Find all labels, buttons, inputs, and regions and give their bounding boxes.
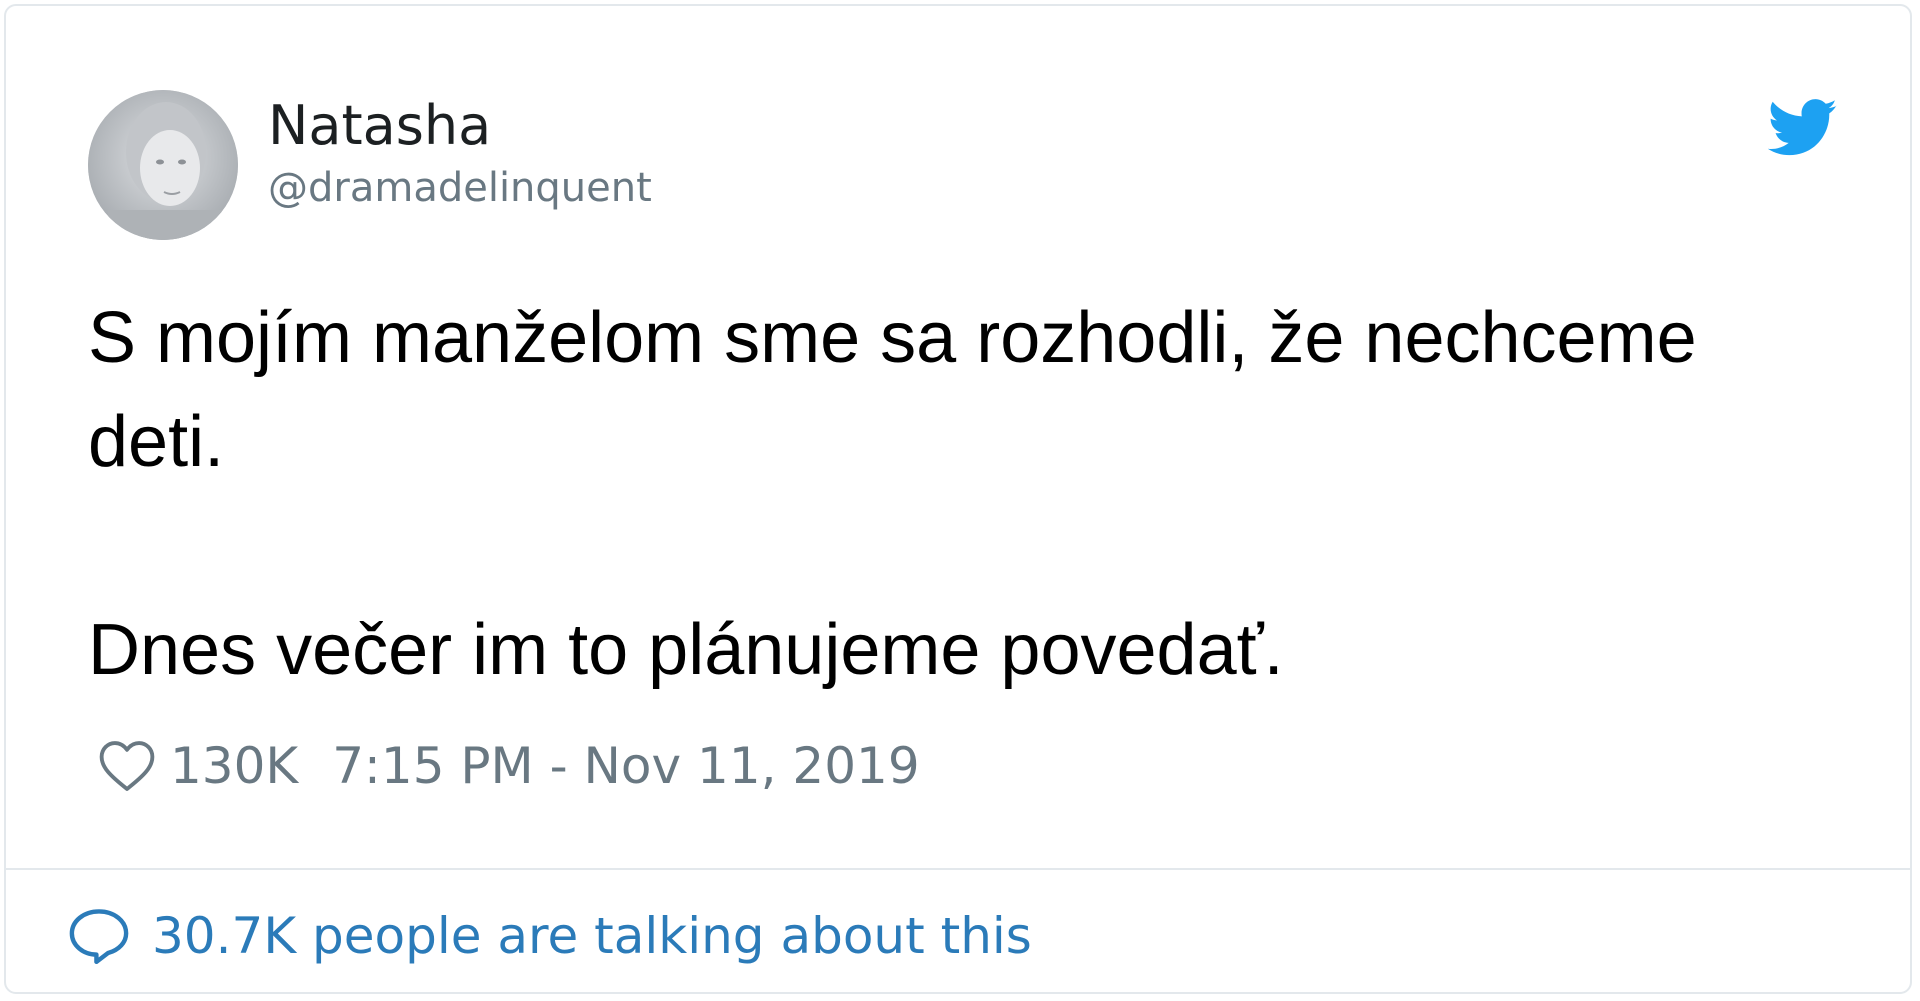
avatar[interactable] (88, 90, 238, 240)
tweet-text-line: Dnes večer im to plánujeme povedať. (88, 610, 1284, 690)
twitter-bird-icon[interactable] (1768, 98, 1838, 158)
tweet-text-line: deti. (88, 402, 225, 482)
timestamp[interactable]: 7:15 PM - Nov 11, 2019 (332, 737, 919, 795)
tweet-card: Natasha @dramadelinquent S mojím manželo… (4, 4, 1912, 994)
talking-about-text[interactable]: 30.7K people are talking about this (152, 907, 1032, 965)
divider (6, 868, 1910, 870)
tweet-meta: 130K 7:15 PM - Nov 11, 2019 (98, 734, 920, 798)
talking-about-link[interactable]: 30.7K people are talking about this (68, 904, 1032, 968)
like-count[interactable]: 130K (170, 737, 298, 795)
author-handle[interactable]: @dramadelinquent (268, 164, 652, 212)
tweet-text: S mojím manželom sme sa rozhodli, že nec… (88, 286, 1848, 702)
tweet-text-line: S mojím manželom sme sa rozhodli, že nec… (88, 298, 1697, 378)
author-name[interactable]: Natasha (268, 94, 491, 158)
heart-icon[interactable] (98, 739, 156, 793)
avatar-image (88, 90, 238, 240)
speech-bubble-icon (69, 909, 129, 965)
